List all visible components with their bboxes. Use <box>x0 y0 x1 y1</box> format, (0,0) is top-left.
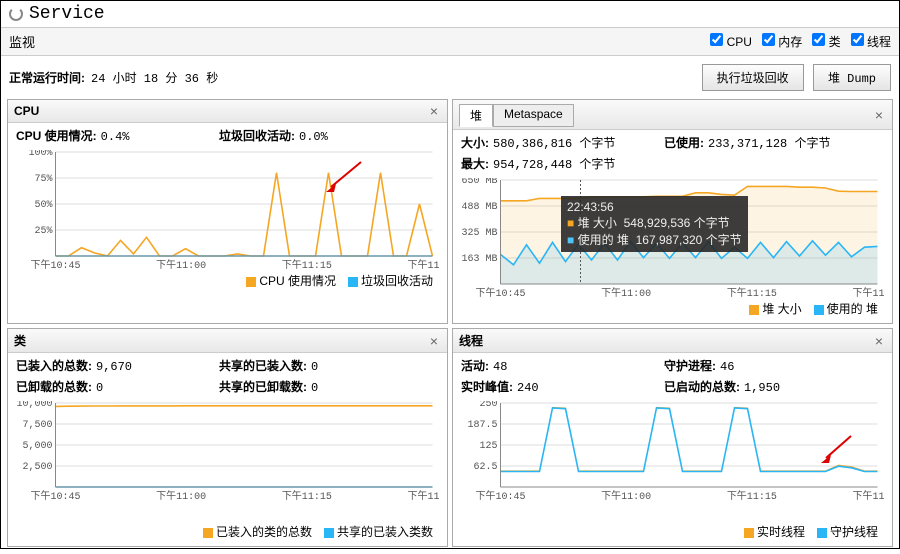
svg-text:下午10:45: 下午10:45 <box>475 489 525 501</box>
legend-item: 已装入的类的总数 <box>203 523 312 540</box>
loading-icon <box>9 7 23 21</box>
uptime-value: 24 小时 18 分 36 秒 <box>91 69 218 86</box>
watch-label: 监视 <box>9 32 700 51</box>
stat: 共享的已卸载数:0 <box>219 378 439 395</box>
svg-text:下午11:30: 下午11:30 <box>852 286 884 298</box>
svg-text:7,500: 7,500 <box>22 420 52 431</box>
svg-text:下午11:00: 下午11:00 <box>601 489 651 501</box>
gc-button[interactable]: 执行垃圾回收 <box>702 64 804 91</box>
svg-text:75%: 75% <box>34 174 52 185</box>
svg-text:下午11:00: 下午11:00 <box>601 286 651 298</box>
chart-threads: 62.5 125 187.5 250 下午10:45 下午11:00 下午11:15 下午11… <box>461 401 884 521</box>
heap-tabs: 堆 Metaspace <box>459 103 574 126</box>
svg-text:25%: 25% <box>34 226 52 237</box>
svg-text:2,500: 2,500 <box>22 462 52 473</box>
close-icon[interactable]: × <box>872 107 886 123</box>
svg-text:下午10:45: 下午10:45 <box>30 489 80 501</box>
stat: 大小:580,386,816 个字节 <box>461 134 664 151</box>
app-header: Service <box>1 1 899 28</box>
svg-text:下午10:45: 下午10:45 <box>30 258 80 270</box>
panel-heap: 堆 Metaspace × 大小:580,386,816 个字节已使用:233,… <box>452 99 893 324</box>
svg-text:10,000: 10,000 <box>16 401 52 410</box>
stat: 已使用:233,371,128 个字节 <box>664 134 884 151</box>
svg-text:下午11:15: 下午11:15 <box>282 489 332 501</box>
tab-heap[interactable]: 堆 <box>459 104 493 127</box>
toolbar: 监视 CPU 内存 类 线程 <box>1 28 899 56</box>
metric-checks: CPU 内存 类 线程 <box>700 33 891 50</box>
svg-text:5,000: 5,000 <box>22 441 52 452</box>
panel-title-classes: 类 <box>14 332 427 349</box>
svg-text:488 MB: 488 MB <box>461 202 497 213</box>
chart-cpu: 25% 50% 75% 100% 下午10:45 下午11:00 下午11:15 下午11:3… <box>16 150 439 270</box>
check-类[interactable]: 类 <box>812 35 840 49</box>
app-title: Service <box>29 4 105 24</box>
legend-item: 垃圾回收活动 <box>348 272 433 289</box>
legend-item: 使用的 堆 <box>814 300 878 317</box>
svg-text:163 MB: 163 MB <box>461 254 497 265</box>
svg-text:下午10:45: 下午10:45 <box>475 286 525 298</box>
svg-text:50%: 50% <box>34 200 52 211</box>
svg-text:187.5: 187.5 <box>467 420 497 431</box>
svg-text:下午11:00: 下午11:00 <box>156 258 206 270</box>
uptime-row: 正常运行时间: 24 小时 18 分 36 秒 执行垃圾回收 堆 Dump <box>1 56 899 99</box>
legend-item: 共享的已装入类数 <box>324 523 433 540</box>
legend-item: 堆 大小 <box>749 300 801 317</box>
svg-text:下午11:15: 下午11:15 <box>727 286 777 298</box>
stat: 垃圾回收活动:0.0% <box>219 127 439 144</box>
panel-threads: 线程 × 活动:48守护进程:46实时峰值:240已启动的总数:1,950 62… <box>452 328 893 547</box>
svg-text:100%: 100% <box>28 150 52 159</box>
close-icon[interactable]: × <box>872 333 886 349</box>
stat: CPU 使用情况:0.4% <box>16 127 219 144</box>
chart-classes: 2,500 5,000 7,500 10,000 下午10:45 下午11:00 下午11:… <box>16 401 439 521</box>
stat: 最大:954,728,448 个字节 <box>461 155 664 172</box>
uptime-label: 正常运行时间: <box>9 69 85 86</box>
panel-classes: 类 × 已装入的总数:9,670共享的已装入数:0已卸载的总数:0共享的已卸载数… <box>7 328 448 547</box>
tab-metaspace[interactable]: Metaspace <box>493 104 574 127</box>
stat: 活动:48 <box>461 357 664 374</box>
svg-text:650 MB: 650 MB <box>461 178 497 187</box>
check-CPU[interactable]: CPU <box>710 35 752 49</box>
svg-text:250: 250 <box>479 401 497 410</box>
legend-item: 实时线程 <box>744 523 805 540</box>
close-icon[interactable]: × <box>427 333 441 349</box>
legend-item: 守护线程 <box>817 523 878 540</box>
svg-text:下午11:15: 下午11:15 <box>727 489 777 501</box>
stat: 已装入的总数:9,670 <box>16 357 219 374</box>
panel-title-cpu: CPU <box>14 104 427 118</box>
stat: 已启动的总数:1,950 <box>664 378 884 395</box>
stat: 实时峰值:240 <box>461 378 664 395</box>
close-icon[interactable]: × <box>427 103 441 119</box>
stat: 共享的已装入数:0 <box>219 357 439 374</box>
legend-item: CPU 使用情况 <box>246 272 336 289</box>
panel-cpu: CPU × CPU 使用情况:0.4%垃圾回收活动:0.0% 25% 50% 75%… <box>7 99 448 324</box>
svg-text:下午11:30: 下午11:30 <box>852 489 884 501</box>
stat: 已卸载的总数:0 <box>16 378 219 395</box>
check-内存[interactable]: 内存 <box>762 35 802 49</box>
stat: 守护进程:46 <box>664 357 884 374</box>
svg-text:125: 125 <box>479 441 497 452</box>
svg-text:下午11:15: 下午11:15 <box>282 258 332 270</box>
svg-text:下午11:00: 下午11:00 <box>156 489 206 501</box>
svg-text:62.5: 62.5 <box>473 462 497 473</box>
panel-title-threads: 线程 <box>459 332 872 349</box>
heap-dump-button[interactable]: 堆 Dump <box>813 64 891 91</box>
chart-heap: 163 MB 325 MB 488 MB 650 MB 下午10:45 下午11:00 下午… <box>461 178 884 298</box>
svg-text:325 MB: 325 MB <box>461 228 497 239</box>
check-线程[interactable]: 线程 <box>851 35 891 49</box>
svg-text:下午11:30: 下午11:30 <box>407 258 439 270</box>
svg-text:下午11:30: 下午11:30 <box>407 489 439 501</box>
